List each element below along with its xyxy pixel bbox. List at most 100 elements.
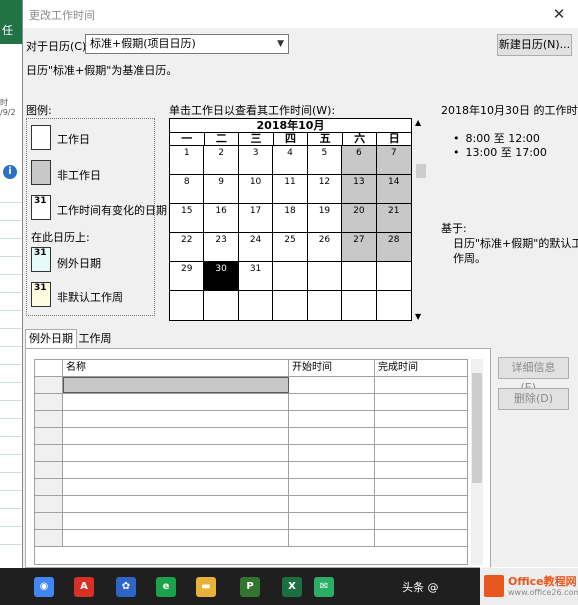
finish-cell[interactable] <box>375 513 467 529</box>
calendar-day[interactable]: 4 <box>273 146 308 175</box>
name-cell[interactable] <box>63 445 289 461</box>
calendar-day[interactable]: 24 <box>238 233 274 262</box>
calendar-day[interactable]: 26 <box>307 233 343 262</box>
calendar-day[interactable]: 15 <box>170 204 205 233</box>
tab-exceptions[interactable]: 例外日期 <box>25 329 77 349</box>
table-row[interactable] <box>35 445 467 462</box>
calendar-day[interactable]: 20 <box>342 204 377 233</box>
folder-icon[interactable]: ▬ <box>196 577 216 597</box>
project-icon[interactable]: P <box>240 577 260 597</box>
start-cell[interactable] <box>289 496 375 512</box>
calendar-day[interactable]: 28 <box>376 233 411 262</box>
start-cell[interactable] <box>289 445 375 461</box>
table-row[interactable] <box>35 394 467 411</box>
details-button[interactable]: 详细信息(E)... <box>498 357 569 394</box>
finish-cell[interactable] <box>375 377 467 393</box>
tab-work-weeks[interactable]: 工作周 <box>77 331 113 349</box>
start-cell[interactable] <box>289 394 375 410</box>
calendar-day[interactable]: 27 <box>342 233 377 262</box>
name-cell[interactable] <box>63 377 289 393</box>
table-row[interactable] <box>35 479 467 496</box>
calendar-day[interactable]: 12 <box>307 175 343 204</box>
table-row[interactable] <box>35 513 467 530</box>
start-cell[interactable] <box>289 428 375 444</box>
calendar-day[interactable]: 2 <box>204 146 239 175</box>
finish-cell[interactable] <box>375 394 467 410</box>
calendar-select[interactable]: 标准+假期(项目日历) ▼ <box>85 34 289 54</box>
calendar-day[interactable]: 18 <box>273 204 308 233</box>
calendar-day[interactable]: 29 <box>170 262 205 291</box>
table-row[interactable] <box>35 496 467 513</box>
scroll-up-icon[interactable]: ▲ <box>415 118 421 127</box>
calendar-empty-cell <box>307 291 343 320</box>
wechat-icon[interactable]: ✉ <box>314 577 334 597</box>
watermark-line2: www.office26.com <box>508 588 578 597</box>
finish-cell[interactable] <box>375 428 467 444</box>
finish-cell[interactable] <box>375 445 467 461</box>
delete-button[interactable]: 删除(D) <box>498 388 569 410</box>
chrome-icon[interactable]: ◉ <box>34 577 54 597</box>
new-calendar-button[interactable]: 新建日历(N)... <box>497 34 572 56</box>
name-cell[interactable] <box>63 513 289 529</box>
calendar-day[interactable]: 6 <box>342 146 377 175</box>
calendar-day[interactable]: 31 <box>238 262 274 291</box>
finish-cell[interactable] <box>375 479 467 495</box>
calendar-day[interactable]: 13 <box>342 175 377 204</box>
column-header-start[interactable]: 开始时间 <box>289 360 375 376</box>
name-cell[interactable] <box>63 479 289 495</box>
calendar-day[interactable]: 14 <box>376 175 411 204</box>
table-row[interactable] <box>35 411 467 428</box>
finish-cell[interactable] <box>375 462 467 478</box>
calendar-day[interactable]: 22 <box>170 233 205 262</box>
name-cell[interactable] <box>63 496 289 512</box>
name-cell[interactable] <box>63 411 289 427</box>
calendar-empty-cell <box>342 291 377 320</box>
table-row[interactable] <box>35 462 467 479</box>
name-cell[interactable] <box>63 394 289 410</box>
calendar-day[interactable]: 11 <box>273 175 308 204</box>
app-icon[interactable]: ✿ <box>116 577 136 597</box>
calendar-day[interactable]: 3 <box>238 146 274 175</box>
start-cell[interactable] <box>289 479 375 495</box>
table-row[interactable] <box>35 428 467 445</box>
calendar-day[interactable]: 1 <box>170 146 205 175</box>
calendar-empty-cell <box>307 262 343 291</box>
finish-cell[interactable] <box>375 411 467 427</box>
calendar-day-selected[interactable]: 30 <box>204 262 239 291</box>
scroll-thumb[interactable] <box>416 164 426 178</box>
name-cell[interactable] <box>63 462 289 478</box>
calendar-day[interactable]: 17 <box>238 204 274 233</box>
calendar-day[interactable]: 10 <box>238 175 274 204</box>
excel-icon[interactable]: X <box>282 577 302 597</box>
calendar-day[interactable]: 19 <box>307 204 343 233</box>
calendar-day[interactable]: 16 <box>204 204 239 233</box>
calendar-day[interactable]: 23 <box>204 233 239 262</box>
name-cell[interactable] <box>63 428 289 444</box>
calendar-day[interactable]: 25 <box>273 233 308 262</box>
finish-cell[interactable] <box>375 530 467 546</box>
calendar-day[interactable]: 7 <box>376 146 411 175</box>
calendar-day[interactable]: 21 <box>376 204 411 233</box>
start-cell[interactable] <box>289 513 375 529</box>
calendar-scrollbar[interactable]: ▲ ▼ <box>415 118 427 321</box>
table-row[interactable] <box>35 377 467 394</box>
start-cell[interactable] <box>289 411 375 427</box>
close-icon[interactable]: ✕ <box>549 4 569 24</box>
scroll-thumb[interactable] <box>472 373 482 483</box>
start-cell[interactable] <box>289 377 375 393</box>
column-header-finish[interactable]: 完成时间 <box>375 360 467 376</box>
scroll-down-icon[interactable]: ▼ <box>415 312 421 321</box>
table-row[interactable] <box>35 530 467 547</box>
column-header-name[interactable]: 名称 <box>63 360 289 376</box>
start-cell[interactable] <box>289 530 375 546</box>
ribbon-tab[interactable]: 任 <box>2 22 13 38</box>
calendar-day[interactable]: 5 <box>307 146 343 175</box>
name-cell[interactable] <box>63 530 289 546</box>
calendar-day[interactable]: 8 <box>170 175 205 204</box>
start-cell[interactable] <box>289 462 375 478</box>
browser-icon[interactable]: e <box>156 577 176 597</box>
table-scrollbar[interactable] <box>471 359 483 565</box>
calendar-day[interactable]: 9 <box>204 175 239 204</box>
pdf-icon[interactable]: A <box>74 577 94 597</box>
finish-cell[interactable] <box>375 496 467 512</box>
